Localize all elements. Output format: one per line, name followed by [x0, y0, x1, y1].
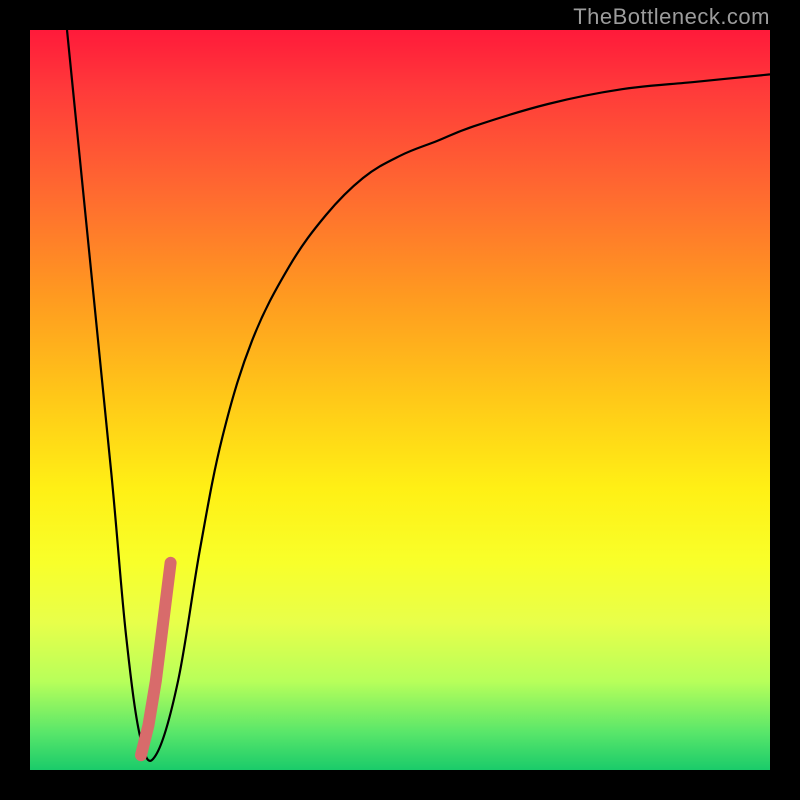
watermark-text: TheBottleneck.com: [573, 4, 770, 30]
curve-layer: [30, 30, 770, 770]
black-curve-path: [67, 30, 770, 761]
plot-area: [30, 30, 770, 770]
chart-frame: TheBottleneck.com: [0, 0, 800, 800]
